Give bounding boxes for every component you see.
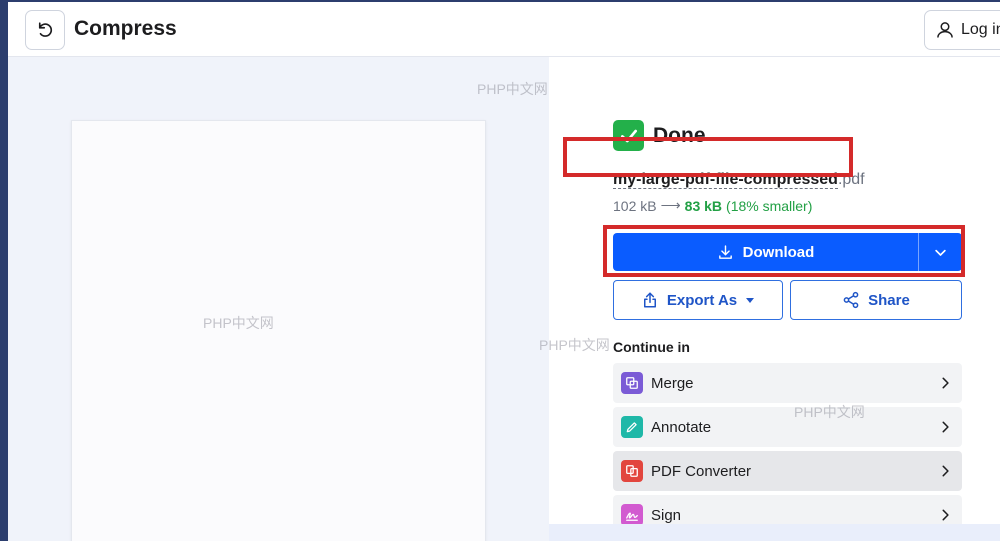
size-summary: 102 kB ⟶ 83 kB (18% smaller) [613, 197, 812, 214]
compressed-size: 83 kB [684, 197, 723, 214]
watermark: PHP中文网 [477, 81, 548, 97]
share-icon [843, 291, 859, 309]
size-reduction: (18% smaller) [726, 197, 813, 214]
watermark: PHP中文网 [794, 404, 865, 420]
size-arrow: ⟶ [660, 197, 681, 213]
undo-icon [38, 22, 53, 37]
pdf-page-thumbnail[interactable] [71, 120, 486, 541]
app-header: Compress Log in [8, 2, 1000, 57]
convert-icon [621, 460, 643, 482]
login-label: Log in [961, 21, 1000, 38]
watermark: PHP中文网 [539, 337, 610, 353]
chevron-right-icon [942, 465, 949, 477]
login-button[interactable]: Log in [924, 10, 1000, 50]
export-icon [643, 292, 656, 308]
chevron-right-icon [942, 509, 949, 521]
continue-item-pdf-converter[interactable]: PDF Converter [613, 451, 962, 491]
continue-in-heading: Continue in [613, 339, 690, 355]
continue-item-label: Sign [651, 506, 682, 524]
continue-item-annotate[interactable]: Annotate [613, 407, 962, 447]
original-size: 102 kB [613, 197, 657, 214]
page-title: Compress [74, 17, 177, 40]
merge-icon [621, 372, 643, 394]
bottom-bar [549, 524, 1000, 541]
continue-item-merge[interactable]: Merge [613, 363, 962, 403]
pen-icon [621, 416, 643, 438]
window-left-border [0, 0, 8, 541]
export-as-label: Export As [666, 291, 738, 309]
share-button[interactable]: Share [790, 280, 962, 320]
undo-button[interactable] [25, 10, 65, 50]
preview-area [8, 57, 549, 541]
continue-item-label: PDF Converter [651, 462, 752, 480]
continue-item-label: Merge [651, 374, 694, 392]
annotation-highlight-box [603, 225, 965, 277]
annotation-highlight-box [563, 137, 853, 177]
share-label: Share [868, 291, 910, 309]
watermark: PHP中文网 [203, 315, 274, 331]
export-as-button[interactable]: Export As [613, 280, 783, 320]
user-icon [937, 22, 953, 38]
chevron-right-icon [942, 377, 949, 389]
chevron-right-icon [942, 421, 949, 433]
caret-down-icon [746, 298, 755, 303]
signature-icon [621, 504, 643, 526]
